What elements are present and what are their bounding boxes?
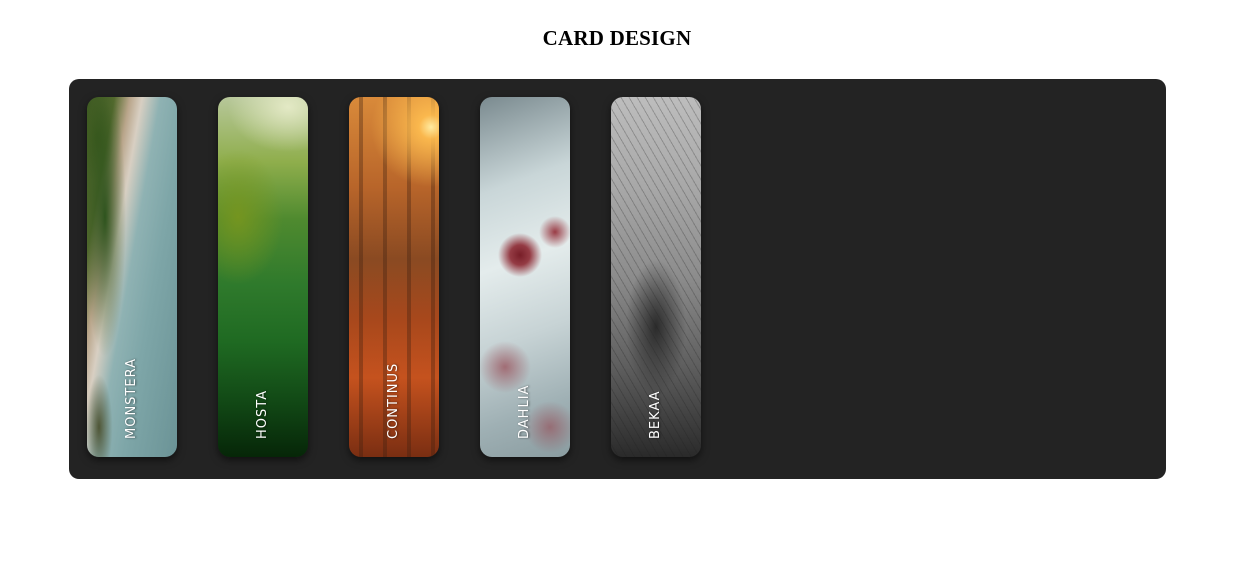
card-continus[interactable]: CONTINUS xyxy=(349,97,439,457)
card-label: HOSTA xyxy=(255,389,270,439)
card-label: BEKAA xyxy=(648,390,663,439)
card-dahlia[interactable]: DAHLIA xyxy=(480,97,570,457)
card-label: CONTINUS xyxy=(386,362,401,439)
card-bekaa[interactable]: BEKAA xyxy=(611,97,701,457)
card-monstera[interactable]: MONSTERA xyxy=(87,97,177,457)
card-panel: MONSTERA HOSTA CONTINUS DAHLIA BEKAA xyxy=(69,79,1166,479)
card-label: DAHLIA xyxy=(517,384,532,439)
page-title: CARD DESIGN xyxy=(542,26,692,50)
card-label: MONSTERA xyxy=(124,358,139,439)
card-hosta[interactable]: HOSTA xyxy=(218,97,308,457)
